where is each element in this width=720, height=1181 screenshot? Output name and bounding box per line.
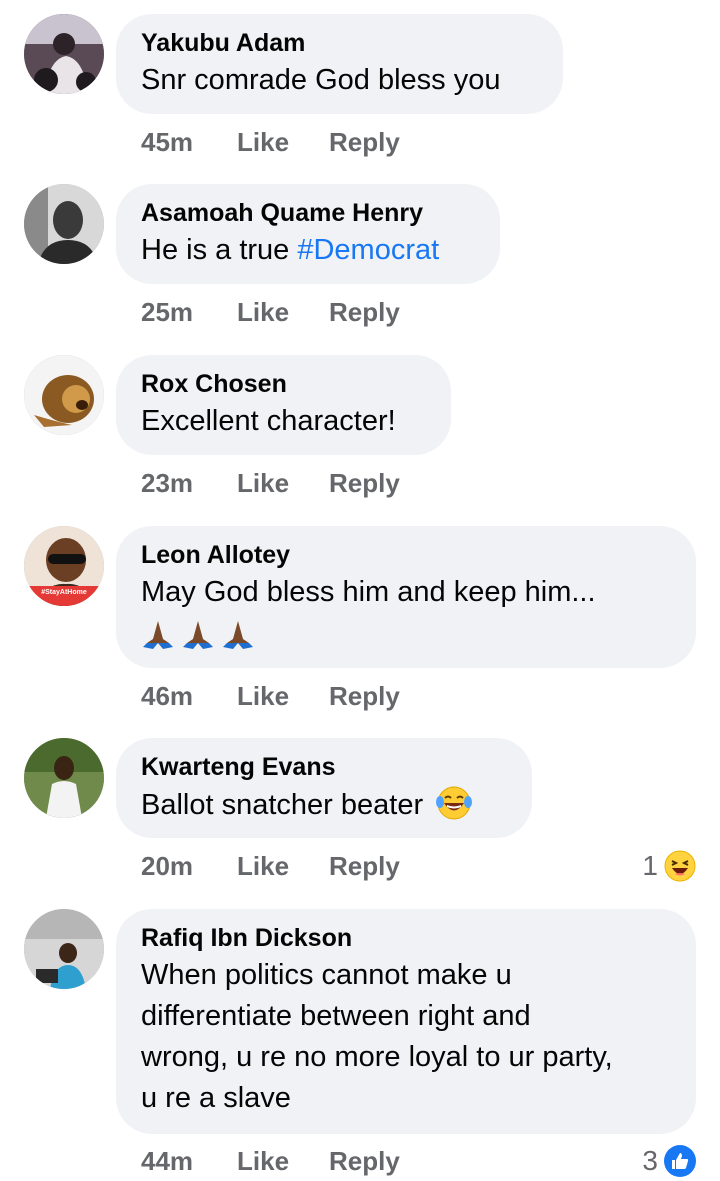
reply-button[interactable]: Reply bbox=[329, 1145, 400, 1177]
like-button[interactable]: Like bbox=[237, 680, 289, 712]
timestamp[interactable]: 25m bbox=[141, 296, 193, 328]
avatar[interactable] bbox=[24, 738, 104, 818]
comment-bubble: Rox Chosen Excellent character! bbox=[116, 355, 451, 455]
avatar-photo-icon bbox=[24, 909, 104, 989]
comment-text-plain: He is a true bbox=[141, 234, 298, 266]
comment-bubble: Rafiq Ibn Dickson When politics cannot m… bbox=[116, 909, 696, 1134]
commenter-name[interactable]: Rox Chosen bbox=[141, 369, 427, 399]
commenter-name[interactable]: Leon Allotey bbox=[141, 540, 672, 570]
comment-text-line: When politics cannot make u bbox=[141, 959, 512, 991]
comment-text: Excellent character! bbox=[141, 405, 396, 437]
tears-of-joy-emoji-icon bbox=[436, 786, 473, 820]
commenter-name[interactable]: Yakubu Adam bbox=[141, 28, 539, 58]
timestamp[interactable]: 44m bbox=[141, 1145, 193, 1177]
avatar[interactable] bbox=[24, 355, 104, 435]
timestamp[interactable]: 23m bbox=[141, 467, 193, 499]
thumbs-up-icon bbox=[672, 1153, 689, 1169]
haha-reaction-icon bbox=[664, 850, 696, 882]
comment-text-plain: Ballot snatcher beater bbox=[141, 789, 424, 821]
comment-text: May God bless him and keep him... bbox=[141, 576, 596, 608]
timestamp[interactable]: 45m bbox=[141, 126, 193, 158]
avatar[interactable] bbox=[24, 909, 104, 989]
like-button[interactable]: Like bbox=[237, 467, 289, 499]
reaction-summary[interactable]: 1 bbox=[642, 849, 696, 883]
comment-text: Ballot snatcher beater bbox=[141, 784, 508, 826]
avatar[interactable] bbox=[24, 184, 104, 264]
reply-button[interactable]: Reply bbox=[329, 850, 400, 882]
reply-button[interactable]: Reply bbox=[329, 126, 400, 158]
stay-at-home-badge: #StayAtHome bbox=[41, 589, 87, 596]
reaction-summary[interactable]: 3 bbox=[642, 1144, 696, 1178]
hashtag-link[interactable]: #Democrat bbox=[297, 234, 439, 266]
avatar-photo-icon bbox=[24, 738, 104, 818]
timestamp[interactable]: 20m bbox=[141, 850, 193, 882]
like-button[interactable]: Like bbox=[237, 1145, 289, 1177]
comment-text: He is a true #Democrat bbox=[141, 230, 476, 271]
comment-text: Snr comrade God bless you bbox=[141, 64, 501, 96]
commenter-name[interactable]: Kwarteng Evans bbox=[141, 752, 508, 782]
reaction-count: 1 bbox=[642, 850, 658, 881]
like-button[interactable]: Like bbox=[237, 850, 289, 882]
comment-bubble: Leon Allotey May God bless him and keep … bbox=[116, 526, 696, 668]
avatar-photo-icon bbox=[24, 184, 104, 264]
comment-bubble: Asamoah Quame Henry He is a true #Democr… bbox=[116, 184, 500, 284]
commenter-name[interactable]: Rafiq Ibn Dickson bbox=[141, 923, 672, 953]
like-button[interactable]: Like bbox=[237, 296, 289, 328]
reply-button[interactable]: Reply bbox=[329, 680, 400, 712]
praying-hands-icon bbox=[143, 621, 173, 649]
comment-text-line: differentiate between right and bbox=[141, 1000, 531, 1032]
comment-bubble: Yakubu Adam Snr comrade God bless you bbox=[116, 14, 563, 114]
comment-bubble: Kwarteng Evans Ballot snatcher beater bbox=[116, 738, 532, 838]
reply-button[interactable]: Reply bbox=[329, 296, 400, 328]
reaction-count: 3 bbox=[642, 1145, 658, 1176]
praying-hands-icon bbox=[183, 621, 213, 649]
timestamp[interactable]: 46m bbox=[141, 680, 193, 712]
praying-hands-icon bbox=[223, 621, 253, 649]
avatar-photo-icon bbox=[24, 355, 104, 435]
avatar-photo-icon bbox=[24, 14, 104, 94]
reply-button[interactable]: Reply bbox=[329, 467, 400, 499]
like-reaction-icon bbox=[664, 1145, 696, 1177]
comment-text-line: wrong, u re no more loyal to ur party, bbox=[141, 1041, 613, 1073]
comment-text-line: u re a slave bbox=[141, 1082, 291, 1114]
like-button[interactable]: Like bbox=[237, 126, 289, 158]
avatar[interactable] bbox=[24, 14, 104, 94]
commenter-name[interactable]: Asamoah Quame Henry bbox=[141, 198, 476, 228]
avatar[interactable]: #StayAtHome bbox=[24, 526, 104, 606]
praying-hands-emojis bbox=[141, 617, 255, 651]
